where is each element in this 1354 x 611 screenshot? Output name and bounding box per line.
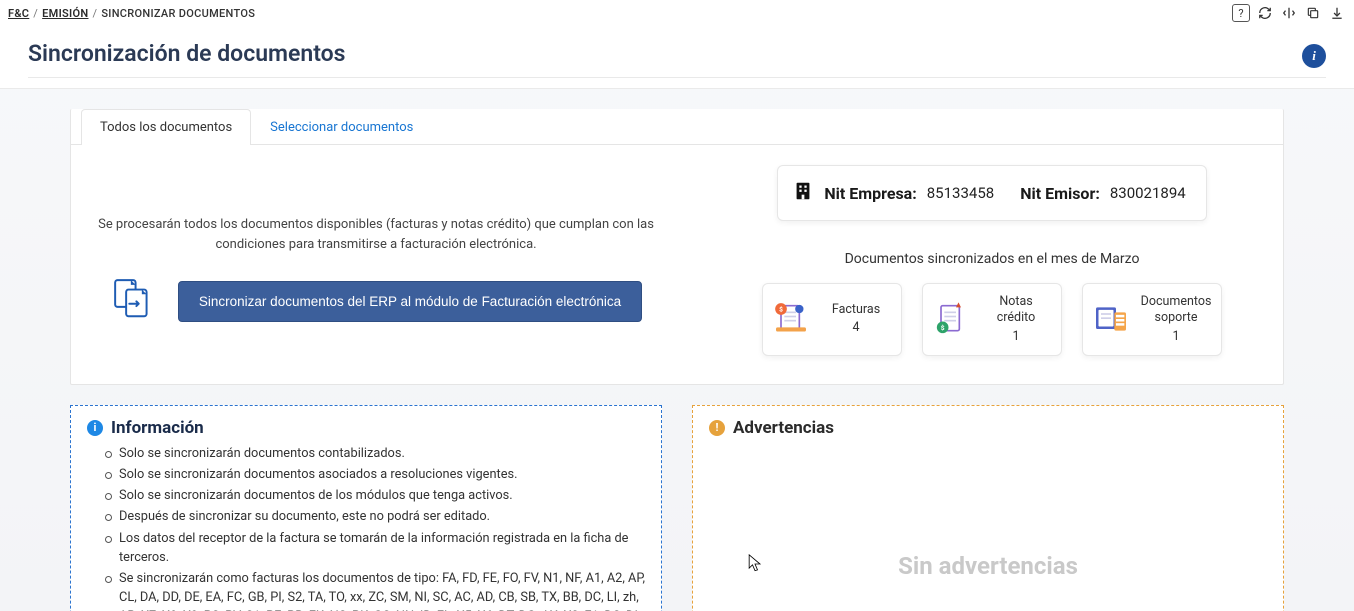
breadcrumb-sep: / [92, 7, 97, 20]
breadcrumb-sep: / [33, 7, 38, 20]
doc-card-count: 4 [819, 320, 893, 336]
topbar-actions: ? [1232, 4, 1346, 22]
doc-card-soporte[interactable]: Documentos soporte 1 [1082, 283, 1222, 356]
doc-card-notas[interactable]: $ Notas crédito 1 [922, 283, 1062, 356]
main-card: Todos los documentos Seleccionar documen… [70, 109, 1284, 385]
warn-empty: Sin advertencias [709, 444, 1267, 611]
nit-empresa-value: 85133458 [927, 184, 994, 202]
nit-emisor-label: Nit Emisor: [1020, 184, 1100, 203]
page-info-icon[interactable]: i [1302, 44, 1326, 68]
building-icon [792, 180, 814, 206]
sync-button[interactable]: Sincronizar documentos del ERP al módulo… [178, 281, 642, 322]
svg-text:$: $ [779, 306, 783, 314]
info-item: Solo se sincronizarán documentos contabi… [105, 444, 645, 463]
refresh-icon[interactable] [1256, 4, 1274, 22]
doc-card-label: Notas crédito [997, 294, 1035, 325]
nit-emisor-value: 830021894 [1110, 184, 1186, 202]
breadcrumb-current: SINCRONIZAR DOCUMENTOS [101, 7, 255, 20]
doc-card-label: Facturas [832, 302, 880, 317]
nit-pill: Nit Empresa: 85133458 Nit Emisor: 830021… [777, 165, 1206, 221]
credit-note-icon: $ [931, 299, 971, 339]
invoice-icon: $ [771, 299, 811, 339]
breadcrumb-root[interactable]: F&C [8, 7, 29, 20]
info-item: Solo se sincronizarán documentos asociad… [105, 465, 645, 484]
sync-description: Se procesarán todos los documentos dispo… [81, 215, 671, 255]
doc-card-label: Documentos soporte [1141, 294, 1212, 325]
doc-card-count: 1 [979, 329, 1053, 345]
warn-title: Advertencias [733, 418, 834, 438]
info-item: Después de sincronizar su documento, est… [105, 507, 645, 526]
nit-empresa-label: Nit Empresa: [824, 184, 916, 203]
warn-box: ! Advertencias Sin advertencias [692, 405, 1284, 611]
sync-transfer-icon [110, 277, 158, 325]
page-scroll[interactable]: Sincronización de documentos i Todos los… [0, 26, 1354, 611]
info-list: Solo se sincronizarán documentos contabi… [87, 444, 645, 611]
breadcrumb-mid[interactable]: EMISIÓN [42, 7, 88, 20]
support-doc-icon [1091, 299, 1131, 339]
info-icon: i [87, 420, 103, 436]
topbar: F&C / EMISIÓN / SINCRONIZAR DOCUMENTOS ? [0, 0, 1354, 26]
doc-card-facturas[interactable]: $ Facturas 4 [762, 283, 902, 356]
info-item: Se sincronizarán como facturas los docum… [105, 569, 645, 611]
page-header: Sincronización de documentos i [0, 26, 1354, 89]
help-icon[interactable]: ? [1232, 4, 1250, 22]
tab-all-documents[interactable]: Todos los documentos [81, 109, 251, 145]
info-box: i Información Solo se sincronizarán docu… [70, 405, 662, 611]
warning-icon: ! [709, 420, 725, 436]
page-title: Sincronización de documentos [28, 40, 1326, 78]
info-item: Solo se sincronizarán documentos de los … [105, 486, 645, 505]
svg-text:$: $ [941, 324, 945, 332]
download-icon[interactable] [1328, 4, 1346, 22]
breadcrumb: F&C / EMISIÓN / SINCRONIZAR DOCUMENTOS [8, 7, 255, 20]
doc-card-count: 1 [1139, 329, 1213, 345]
tab-select-documents[interactable]: Seleccionar documentos [251, 109, 432, 145]
info-item: Los datos del receptor de la factura se … [105, 529, 645, 567]
sub-heading: Documentos sincronizados en el mes de Ma… [845, 251, 1140, 267]
tabs: Todos los documentos Seleccionar documen… [81, 109, 1273, 144]
info-title: Información [111, 418, 204, 438]
split-icon[interactable] [1280, 4, 1298, 22]
copy-icon[interactable] [1304, 4, 1322, 22]
